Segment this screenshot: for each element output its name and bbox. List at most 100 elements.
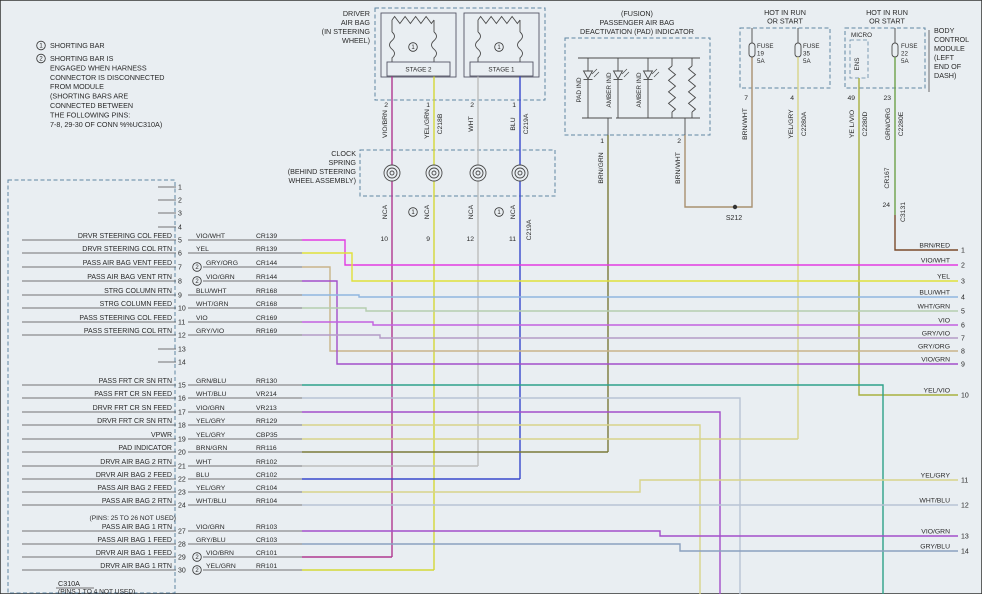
wire-color-label: BRN/WHT <box>675 152 682 184</box>
title-line: 7-8, 29-30 OF CONN %%UC310A) <box>50 120 162 129</box>
module-pin-number: 5 <box>178 238 182 245</box>
title-line: (SHORTING BARS ARE <box>50 92 128 101</box>
title-line: MODULE <box>934 44 965 53</box>
wire-color-label: NCA <box>424 204 431 219</box>
wire-color-label: YEL <box>196 246 209 253</box>
wire-color-label: YEL/GRY <box>196 485 226 492</box>
fuse-icon <box>795 43 801 57</box>
clock-spring-coil-icon <box>518 171 522 175</box>
wire-color-label: VIO/GRN <box>196 524 225 531</box>
wire-color-label: GRN/BLU <box>196 378 226 385</box>
title-line: DRIVER <box>343 9 370 18</box>
module-pin-number: 4 <box>178 225 182 232</box>
title-line: (LEFT <box>934 53 955 62</box>
circuit-label: CR144 <box>256 260 277 267</box>
wire-color-label: WHT/GRN <box>196 301 229 308</box>
connector-pin-number: 11 <box>961 478 968 485</box>
title-line: CONNECTOR IS DISCONNECTED <box>50 73 164 82</box>
wire-color-label: GRY/BLU <box>920 544 950 551</box>
wire-color-label: VIO/GRN <box>921 357 950 364</box>
wire-color-label: VIO/GRN <box>206 274 235 281</box>
module-pin-label: PASS AIR BAG VENT FEED <box>83 260 172 267</box>
circuit-label: RR130 <box>256 378 277 385</box>
module-pin-label: PASS AIR BAG 1 RTN <box>102 524 172 531</box>
connector-label: C2280E <box>898 111 905 136</box>
module-pin-number: 7 <box>178 265 182 272</box>
module-pin-label: VPWR <box>151 432 172 439</box>
circuit-label: RR102 <box>256 459 277 466</box>
module-pin-number: 9 <box>178 293 182 300</box>
title-line: PASSENGER AIR BAG <box>600 18 675 27</box>
connector-label: C219A <box>523 113 530 134</box>
module-pin-number: 3 <box>178 211 182 218</box>
module-pin-number: 14 <box>178 360 186 367</box>
wire-color-label: VIO/WHT <box>921 258 950 265</box>
title-line: FROM MODULE <box>50 82 104 91</box>
wire-color-label: NCA <box>382 204 389 219</box>
circuit-label: CR101 <box>256 550 277 557</box>
module-pin-number: 30 <box>178 568 186 575</box>
module-pin-number: 8 <box>178 279 182 286</box>
circuit-label: RR129 <box>256 418 277 425</box>
module-pin-label: PASS FRT CR SN RTN <box>99 378 172 385</box>
connector-label: C2280A <box>801 111 808 136</box>
circuit-label: RR168 <box>256 288 277 295</box>
connector-pin-number: 1 <box>961 248 965 255</box>
connector-pin-number: 1 <box>600 138 604 145</box>
wire-color-label: WHT/BLU <box>919 498 950 505</box>
module-pin-number: 24 <box>178 503 186 510</box>
module-pin-number: 27 <box>178 529 186 536</box>
circuit-label: CR103 <box>256 537 277 544</box>
module-pin-number: 13 <box>178 347 186 354</box>
module-pin-number: 29 <box>178 555 186 562</box>
circuit-label: CR167 <box>884 167 891 188</box>
module-pin-number: 28 <box>178 542 186 549</box>
circuit-label: CR102 <box>256 472 277 479</box>
connector-pin-number: 5 <box>961 309 965 316</box>
module-pin-label: PAD INDICATOR <box>118 445 172 452</box>
wire-color-label: NCA <box>510 204 517 219</box>
stage1-label: STAGE 1 <box>488 67 515 74</box>
module-pin-label: DRVR FRT CR SN FEED <box>93 405 172 412</box>
title-line: SPRING <box>328 158 356 167</box>
wire-color-label: GRN/ORG <box>885 108 892 140</box>
wire-color-label: YEL/GRN <box>206 563 236 570</box>
module-pin-number: 18 <box>178 423 186 430</box>
module-pin-number: 15 <box>178 383 186 390</box>
circuit-label: CR139 <box>256 233 277 240</box>
connector-pin-number: 2 <box>384 102 388 109</box>
connector-pin-number: 14 <box>961 549 969 556</box>
module-pin-number: 6 <box>178 251 182 258</box>
wire-color-label: BLU/WHT <box>196 288 227 295</box>
connector-pin-number: 13 <box>961 534 969 541</box>
module-pin-label: DRVR AIR BAG 1 RTN <box>100 563 172 570</box>
splice-label: S212 <box>726 215 742 222</box>
connector-pin-number: 49 <box>847 95 855 102</box>
wire-color-label: GRY/ORG <box>918 344 950 351</box>
title-line: CONNECTED BETWEEN <box>50 101 133 110</box>
wire-color-label: YEL/GRY <box>196 418 226 425</box>
connector-label: C310A <box>58 579 80 588</box>
module-pin-number: 10 <box>178 306 186 313</box>
circuit-label: RR139 <box>256 246 277 253</box>
module-pin-label: PASS AIR BAG 2 RTN <box>102 498 172 505</box>
note-shorting-bar: SHORTING BAR <box>50 41 105 50</box>
circuit-label: RR116 <box>256 445 277 452</box>
title-line: WHEEL ASSEMBLY) <box>288 176 356 185</box>
wire-color-label: BLU/WHT <box>919 290 950 297</box>
connector-label: C3131 <box>900 202 907 222</box>
wire-color-label: WHT/BLU <box>196 498 227 505</box>
connector-label: C2280D <box>862 111 869 136</box>
connector-pin-number: 2 <box>470 102 474 109</box>
wire-color-label: GRY/BLU <box>196 537 226 544</box>
led-label: AMBER IND <box>606 72 613 107</box>
wire-color-label: BLU <box>510 117 517 130</box>
connector-pin-number: 23 <box>883 95 891 102</box>
title-line: CLOCK <box>331 149 356 158</box>
title-line: AIR BAG <box>341 18 371 27</box>
fuse-label-line: 5A <box>901 58 909 65</box>
module-pin-label: PASS FRT CR SN FEED <box>94 391 172 398</box>
title-line: END OF <box>934 62 962 71</box>
title-line: (FUSION) <box>621 9 653 18</box>
pins-not-used-note: (PINS 1 TO 4 NOT USED) <box>58 589 135 594</box>
